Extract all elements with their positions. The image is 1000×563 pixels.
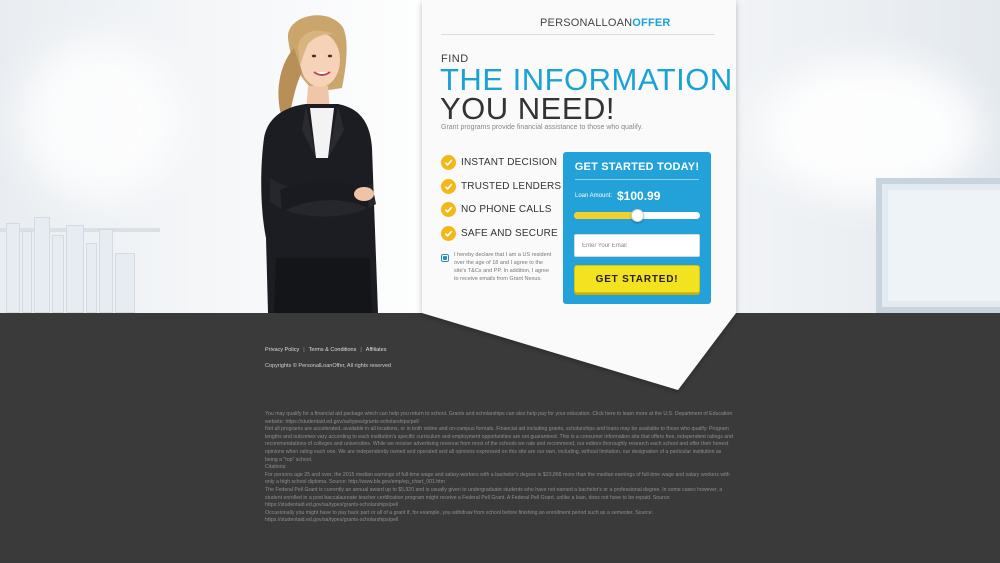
disclaimer: You may qualify for a financial aid pack… (265, 411, 735, 525)
disclaimer-paragraph: You may qualify for a financial aid pack… (265, 411, 733, 425)
slider-fill (574, 212, 637, 219)
logo-text-main: PERSONALLOAN (540, 17, 633, 29)
email-input[interactable] (574, 234, 700, 257)
divider (441, 34, 715, 35)
disclaimer-paragraph: For persons age 25 and over, the 2015 me… (265, 471, 730, 486)
slider-handle[interactable] (630, 209, 644, 222)
checkmark-icon (441, 178, 456, 194)
disclaimer-paragraph: Not all programs are accelerated, availa… (265, 426, 733, 463)
copyright-text: Copyrights © PersonalLoanOffer, All righ… (265, 363, 391, 369)
consent-text: I hereby declare that I am a US resident… (454, 252, 552, 282)
checkmark-icon (441, 225, 456, 241)
feature-label: TRUSTED LENDERS (461, 180, 562, 192)
bookshelf-image (0, 210, 160, 313)
divider (575, 179, 699, 180)
checkmark-icon (441, 155, 456, 171)
feature-label: NO PHONE CALLS (461, 204, 552, 216)
disclaimer-paragraph: Occasionally you might have to pay back … (265, 509, 654, 524)
consent-block: I hereby declare that I am a US resident… (441, 251, 553, 283)
disclaimer-paragraph: Citations: (265, 464, 287, 471)
get-started-button[interactable]: GET STARTED! (574, 265, 700, 293)
businesswoman-image (261, 15, 378, 313)
footer-nav: Privacy Policy | Terms & Conditions | Af… (265, 347, 386, 353)
logo-text-accent: OFFER (632, 17, 671, 29)
footer-link-affiliates[interactable]: Affiliates (366, 347, 387, 353)
feature-item: INSTANT DECISION (441, 151, 561, 175)
feature-item: SAFE AND SECURE (441, 222, 561, 246)
feature-label: SAFE AND SECURE (461, 227, 558, 239)
feature-label: INSTANT DECISION (461, 157, 558, 169)
footer-link-terms[interactable]: Terms & Conditions (309, 347, 357, 353)
monitor-image (876, 178, 1000, 313)
form-title: GET STARTED TODAY! (574, 161, 700, 173)
background-blur (20, 40, 180, 200)
disclaimer-paragraph: The Federal Pell Grant is currently an a… (265, 486, 723, 509)
signup-form-card: GET STARTED TODAY! Loan Amount: $100.99 … (563, 152, 711, 304)
consent-checkbox[interactable] (441, 254, 449, 262)
site-logo[interactable]: PERSONALLOANOFFER (540, 17, 671, 29)
feature-list: INSTANT DECISION TRUSTED LENDERS NO PHON… (441, 151, 561, 245)
footer-link-privacy-policy[interactable]: Privacy Policy (265, 347, 299, 353)
feature-item: TRUSTED LENDERS (441, 175, 561, 199)
loan-amount-value: $100.99 (617, 189, 661, 203)
footer-separator: | (303, 347, 305, 353)
footer-separator: | (360, 347, 362, 353)
headline-line-2: YOU NEED! (440, 91, 616, 126)
checkmark-icon (441, 202, 456, 218)
loan-amount-label: Loan Amount: (575, 193, 613, 199)
headline-subtitle: Grant programs provide financial assista… (441, 124, 643, 131)
feature-item: NO PHONE CALLS (441, 198, 561, 222)
